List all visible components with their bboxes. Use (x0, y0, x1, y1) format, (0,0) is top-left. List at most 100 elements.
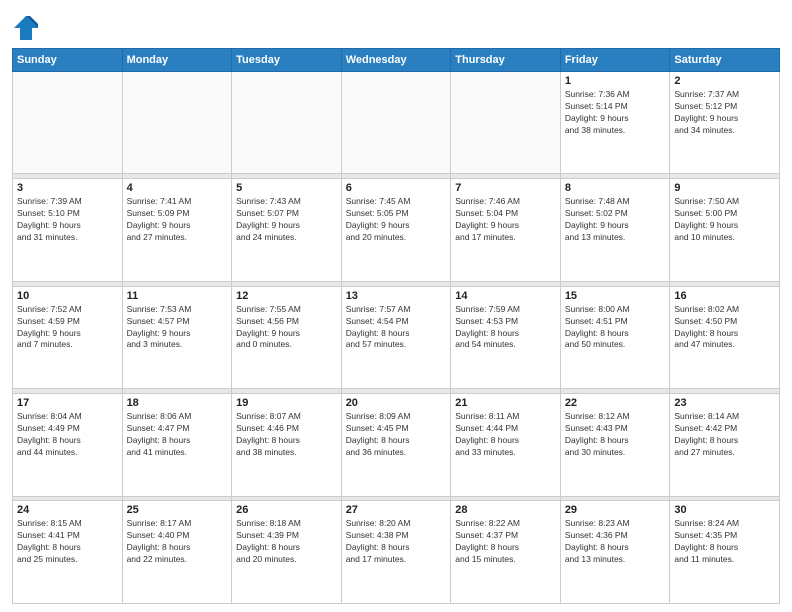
day-info: Sunrise: 7:39 AM Sunset: 5:10 PM Dayligh… (17, 196, 118, 244)
day-number: 29 (565, 504, 666, 516)
calendar-cell: 2 Sunrise: 7:37 AM Sunset: 5:12 PM Daylig… (670, 72, 780, 174)
day-number: 23 (674, 397, 775, 409)
calendar-cell: 3 Sunrise: 7:39 AM Sunset: 5:10 PM Daylig… (13, 179, 123, 281)
calendar-week-row: 10 Sunrise: 7:52 AM Sunset: 4:59 PM Dayli… (13, 286, 780, 388)
day-info: Sunrise: 7:45 AM Sunset: 5:05 PM Dayligh… (346, 196, 447, 244)
day-number: 30 (674, 504, 775, 516)
calendar-header-monday: Monday (122, 49, 232, 72)
day-info: Sunrise: 8:11 AM Sunset: 4:44 PM Dayligh… (455, 411, 556, 459)
day-number: 3 (17, 182, 118, 194)
day-number: 9 (674, 182, 775, 194)
day-number: 17 (17, 397, 118, 409)
calendar-cell: 29 Sunrise: 8:23 AM Sunset: 4:36 PM Dayli… (560, 501, 670, 604)
calendar-week-row: 1 Sunrise: 7:36 AM Sunset: 5:14 PM Daylig… (13, 72, 780, 174)
calendar-cell (232, 72, 342, 174)
calendar-cell: 4 Sunrise: 7:41 AM Sunset: 5:09 PM Daylig… (122, 179, 232, 281)
calendar-header-tuesday: Tuesday (232, 49, 342, 72)
day-number: 14 (455, 290, 556, 302)
day-number: 24 (17, 504, 118, 516)
calendar-week-row: 24Sunrise: 8:15 AM Sunset: 4:41 PM Dayli… (13, 501, 780, 604)
day-info: Sunrise: 8:04 AM Sunset: 4:49 PM Dayligh… (17, 411, 118, 459)
day-info: Sunrise: 7:50 AM Sunset: 5:00 PM Dayligh… (674, 196, 775, 244)
day-info: Sunrise: 7:48 AM Sunset: 5:02 PM Dayligh… (565, 196, 666, 244)
day-number: 19 (236, 397, 337, 409)
day-number: 16 (674, 290, 775, 302)
page: SundayMondayTuesdayWednesdayThursdayFrid… (0, 0, 792, 612)
day-number: 2 (674, 75, 775, 87)
day-info: Sunrise: 8:23 AM Sunset: 4:36 PM Dayligh… (565, 518, 666, 566)
day-number: 28 (455, 504, 556, 516)
day-number: 1 (565, 75, 666, 87)
calendar-cell: 27Sunrise: 8:20 AM Sunset: 4:38 PM Dayli… (341, 501, 451, 604)
calendar-cell: 14 Sunrise: 7:59 AM Sunset: 4:53 PM Dayli… (451, 286, 561, 388)
day-number: 20 (346, 397, 447, 409)
day-info: Sunrise: 7:37 AM Sunset: 5:12 PM Dayligh… (674, 89, 775, 137)
calendar-cell: 6 Sunrise: 7:45 AM Sunset: 5:05 PM Daylig… (341, 179, 451, 281)
calendar-cell: 9 Sunrise: 7:50 AM Sunset: 5:00 PM Daylig… (670, 179, 780, 281)
calendar-cell: 15Sunrise: 8:00 AM Sunset: 4:51 PM Dayli… (560, 286, 670, 388)
logo-icon (12, 14, 40, 42)
calendar-cell: 28 Sunrise: 8:22 AM Sunset: 4:37 PM Dayli… (451, 501, 561, 604)
day-info: Sunrise: 8:07 AM Sunset: 4:46 PM Dayligh… (236, 411, 337, 459)
day-info: Sunrise: 8:18 AM Sunset: 4:39 PM Dayligh… (236, 518, 337, 566)
calendar-header-row: SundayMondayTuesdayWednesdayThursdayFrid… (13, 49, 780, 72)
header (12, 10, 780, 42)
calendar-header-sunday: Sunday (13, 49, 123, 72)
day-info: Sunrise: 8:12 AM Sunset: 4:43 PM Dayligh… (565, 411, 666, 459)
day-number: 13 (346, 290, 447, 302)
calendar-header-friday: Friday (560, 49, 670, 72)
calendar-cell (122, 72, 232, 174)
calendar-cell: 5 Sunrise: 7:43 AM Sunset: 5:07 PM Daylig… (232, 179, 342, 281)
day-info: Sunrise: 8:24 AM Sunset: 4:35 PM Dayligh… (674, 518, 775, 566)
day-info: Sunrise: 8:22 AM Sunset: 4:37 PM Dayligh… (455, 518, 556, 566)
calendar-cell: 18 Sunrise: 8:06 AM Sunset: 4:47 PM Dayli… (122, 394, 232, 496)
calendar-cell: 22Sunrise: 8:12 AM Sunset: 4:43 PM Dayli… (560, 394, 670, 496)
day-number: 6 (346, 182, 447, 194)
calendar-cell: 10 Sunrise: 7:52 AM Sunset: 4:59 PM Dayli… (13, 286, 123, 388)
calendar-cell: 24Sunrise: 8:15 AM Sunset: 4:41 PM Dayli… (13, 501, 123, 604)
calendar-cell: 23 Sunrise: 8:14 AM Sunset: 4:42 PM Dayli… (670, 394, 780, 496)
day-info: Sunrise: 8:06 AM Sunset: 4:47 PM Dayligh… (127, 411, 228, 459)
day-number: 11 (127, 290, 228, 302)
day-number: 25 (127, 504, 228, 516)
day-info: Sunrise: 7:57 AM Sunset: 4:54 PM Dayligh… (346, 304, 447, 352)
calendar-cell: 26 Sunrise: 8:18 AM Sunset: 4:39 PM Dayli… (232, 501, 342, 604)
calendar-week-row: 17 Sunrise: 8:04 AM Sunset: 4:49 PM Dayli… (13, 394, 780, 496)
calendar-cell: 16 Sunrise: 8:02 AM Sunset: 4:50 PM Dayli… (670, 286, 780, 388)
calendar-header-wednesday: Wednesday (341, 49, 451, 72)
day-number: 18 (127, 397, 228, 409)
calendar-cell: 19 Sunrise: 8:07 AM Sunset: 4:46 PM Dayli… (232, 394, 342, 496)
calendar-cell: 8 Sunrise: 7:48 AM Sunset: 5:02 PM Daylig… (560, 179, 670, 281)
calendar-cell (341, 72, 451, 174)
calendar-cell: 25Sunrise: 8:17 AM Sunset: 4:40 PM Dayli… (122, 501, 232, 604)
calendar-cell: 1 Sunrise: 7:36 AM Sunset: 5:14 PM Daylig… (560, 72, 670, 174)
day-number: 26 (236, 504, 337, 516)
day-info: Sunrise: 8:02 AM Sunset: 4:50 PM Dayligh… (674, 304, 775, 352)
day-number: 8 (565, 182, 666, 194)
day-number: 5 (236, 182, 337, 194)
calendar-cell: 20Sunrise: 8:09 AM Sunset: 4:45 PM Dayli… (341, 394, 451, 496)
day-info: Sunrise: 7:53 AM Sunset: 4:57 PM Dayligh… (127, 304, 228, 352)
day-info: Sunrise: 7:41 AM Sunset: 5:09 PM Dayligh… (127, 196, 228, 244)
day-info: Sunrise: 7:43 AM Sunset: 5:07 PM Dayligh… (236, 196, 337, 244)
calendar-week-row: 3 Sunrise: 7:39 AM Sunset: 5:10 PM Daylig… (13, 179, 780, 281)
logo (12, 14, 44, 42)
calendar-cell (13, 72, 123, 174)
calendar-cell: 30 Sunrise: 8:24 AM Sunset: 4:35 PM Dayli… (670, 501, 780, 604)
day-number: 27 (346, 504, 447, 516)
calendar-cell: 11 Sunrise: 7:53 AM Sunset: 4:57 PM Dayli… (122, 286, 232, 388)
calendar-header-thursday: Thursday (451, 49, 561, 72)
calendar-cell: 7 Sunrise: 7:46 AM Sunset: 5:04 PM Daylig… (451, 179, 561, 281)
calendar-cell: 13 Sunrise: 7:57 AM Sunset: 4:54 PM Dayli… (341, 286, 451, 388)
calendar-cell: 17 Sunrise: 8:04 AM Sunset: 4:49 PM Dayli… (13, 394, 123, 496)
day-number: 7 (455, 182, 556, 194)
day-info: Sunrise: 7:59 AM Sunset: 4:53 PM Dayligh… (455, 304, 556, 352)
day-info: Sunrise: 7:36 AM Sunset: 5:14 PM Dayligh… (565, 89, 666, 137)
day-info: Sunrise: 7:52 AM Sunset: 4:59 PM Dayligh… (17, 304, 118, 352)
day-info: Sunrise: 8:14 AM Sunset: 4:42 PM Dayligh… (674, 411, 775, 459)
day-number: 10 (17, 290, 118, 302)
calendar-cell: 21Sunrise: 8:11 AM Sunset: 4:44 PM Dayli… (451, 394, 561, 496)
day-number: 4 (127, 182, 228, 194)
day-info: Sunrise: 7:46 AM Sunset: 5:04 PM Dayligh… (455, 196, 556, 244)
day-number: 15 (565, 290, 666, 302)
